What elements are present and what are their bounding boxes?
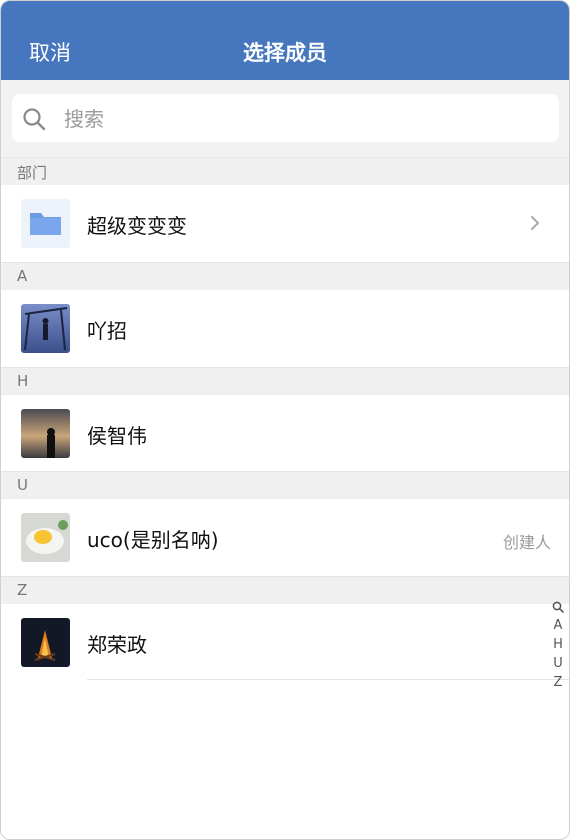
- section-label: U: [17, 476, 28, 494]
- search-input[interactable]: [62, 102, 546, 136]
- chevron-right-icon: [531, 216, 539, 230]
- index-letter-u[interactable]: U: [551, 654, 565, 673]
- alphabet-index[interactable]: A H U Z: [551, 601, 565, 692]
- section-header-u: U: [1, 471, 569, 499]
- page-title: 选择成员: [243, 41, 327, 65]
- member-row[interactable]: uco(是别名呐) 创建人: [1, 499, 569, 576]
- nav-bar: 取消 选择成员: [1, 1, 569, 80]
- search-icon: [23, 108, 46, 131]
- search-icon[interactable]: [552, 601, 564, 613]
- index-letter-z[interactable]: Z: [551, 673, 565, 692]
- section-label: 部门: [17, 164, 48, 182]
- list-divider: [87, 679, 569, 680]
- index-letter-h[interactable]: H: [551, 635, 565, 654]
- department-row[interactable]: 超级变变变: [1, 185, 569, 262]
- creator-badge: 创建人: [502, 533, 551, 552]
- avatar: [21, 513, 70, 562]
- member-row[interactable]: 郑荣政: [1, 604, 569, 681]
- member-name: 郑荣政: [87, 633, 147, 657]
- section-label: H: [17, 372, 29, 390]
- section-header-dept: 部门: [1, 157, 569, 185]
- member-row[interactable]: 吖招: [1, 290, 569, 367]
- section-header-h: H: [1, 367, 569, 395]
- avatar: [21, 304, 70, 353]
- section-header-a: A: [1, 262, 569, 290]
- folder-icon: [21, 199, 70, 248]
- member-name: 侯智伟: [87, 424, 147, 448]
- member-row[interactable]: 侯智伟: [1, 395, 569, 472]
- member-picker-screen: 取消 选择成员 部门 超级变变变 A: [0, 0, 570, 840]
- search-box[interactable]: [12, 94, 559, 142]
- member-name: 吖招: [87, 319, 127, 343]
- search-area: [1, 80, 569, 157]
- department-name: 超级变变变: [87, 214, 187, 238]
- index-letter-a[interactable]: A: [551, 616, 565, 635]
- section-header-z: Z: [1, 576, 569, 604]
- avatar: [21, 409, 70, 458]
- member-name: uco(是别名呐): [87, 528, 219, 552]
- avatar: [21, 618, 70, 667]
- section-label: Z: [17, 581, 28, 599]
- section-label: A: [17, 267, 28, 285]
